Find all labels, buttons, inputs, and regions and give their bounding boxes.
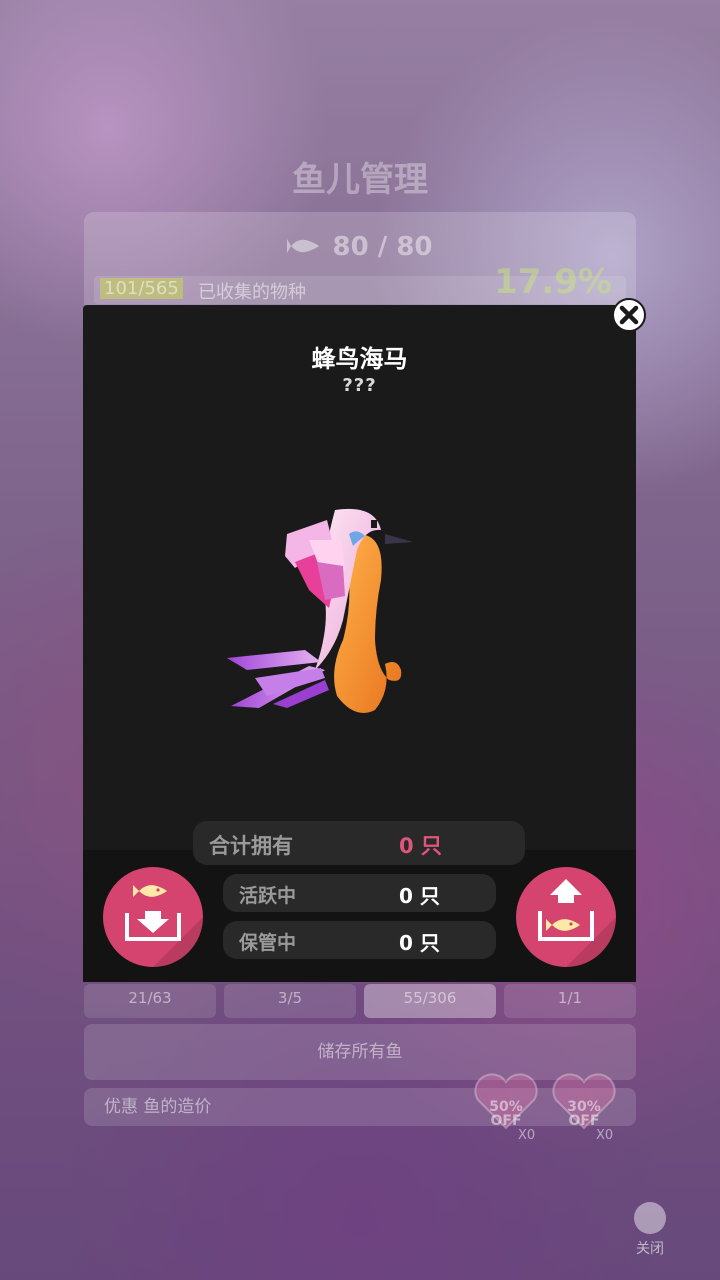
- fish-count-value: 80 / 80: [332, 232, 433, 262]
- close-modal-button[interactable]: [612, 298, 646, 332]
- stored-label: 保管中: [239, 932, 297, 954]
- discount-30-off: OFF: [568, 1113, 600, 1129]
- background-close-button[interactable]: 关闭: [630, 1202, 670, 1258]
- hummingbird-seahorse-image: [227, 508, 413, 713]
- tab-2[interactable]: 3/5: [224, 984, 356, 1018]
- active-label: 活跃中: [239, 885, 297, 907]
- fish-out-of-box-icon: [538, 879, 616, 967]
- fish-management-title: 鱼儿管理: [292, 160, 428, 200]
- fish-subtitle: ???: [342, 375, 377, 396]
- release-fish-button[interactable]: [516, 867, 616, 967]
- tab-4[interactable]: 1/1: [504, 984, 636, 1018]
- collected-label: 已收集的物种: [198, 282, 306, 303]
- store-fish-button[interactable]: [103, 867, 203, 967]
- fish-into-box-icon: [125, 885, 203, 967]
- tab-3[interactable]: 55/306: [364, 984, 496, 1018]
- discount-50-count: X0: [518, 1128, 536, 1143]
- active-value: 0 只: [399, 884, 440, 908]
- discount-50-off: OFF: [490, 1113, 522, 1129]
- stored-row: 保管中 0 只: [223, 921, 496, 959]
- total-owned-label: 合计拥有: [209, 834, 293, 858]
- fish-icon: [287, 239, 320, 253]
- arrow-right-icon: [634, 1202, 666, 1234]
- total-owned-value: 0 只: [399, 834, 442, 858]
- total-owned-row: 合计拥有 0 只: [193, 821, 525, 865]
- active-row: 活跃中 0 只: [223, 874, 496, 912]
- tab-1[interactable]: 21/63: [84, 984, 216, 1018]
- fish-name: 蜂鸟海马: [311, 345, 408, 373]
- discount-label: 优惠 鱼的造价: [104, 1097, 212, 1117]
- close-x-icon: [619, 305, 639, 325]
- collected-percent: 17.9%: [494, 262, 612, 302]
- discount-30-count: X0: [596, 1128, 614, 1143]
- discount-50-coupon[interactable]: 50% OFF X0: [470, 1072, 542, 1143]
- collected-fraction: 101/565: [100, 278, 183, 299]
- fish-count: 80 / 80: [84, 232, 636, 262]
- discount-30-coupon[interactable]: 30% OFF X0: [548, 1072, 620, 1143]
- stored-value: 0 只: [399, 931, 440, 955]
- background-close-label: 关闭: [636, 1241, 664, 1257]
